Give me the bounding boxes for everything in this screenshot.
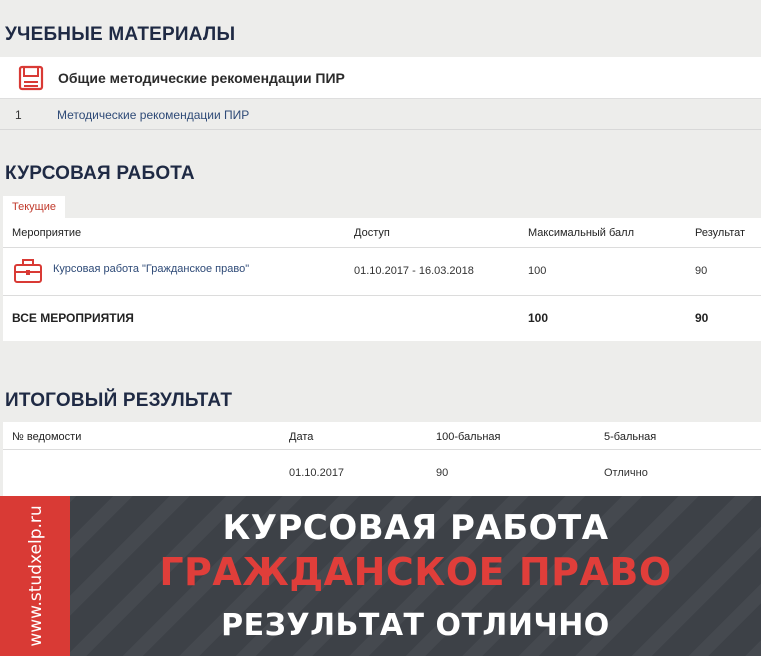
column-header-access: Доступ [354,227,390,239]
banner-side-strip: www.studxelp.ru [0,496,70,656]
column-header-event: Мероприятие [12,227,82,239]
promo-banner: www.studxelp.ru КУРСОВАЯ РАБОТА ГРАЖДАНС… [0,496,761,656]
briefcase-icon [13,258,43,284]
methodology-link[interactable]: Методические рекомендации ПИР [57,108,249,122]
document-icon [18,65,44,91]
list-item: 1 Методические рекомендации ПИР [0,100,761,130]
column-header-5: 5-бальная [604,431,657,443]
column-header-result: Результат [695,227,746,239]
column-header-number: № ведомости [12,431,82,443]
materials-title: УЧЕБНЫЕ МАТЕРИАЛЫ [5,24,236,45]
coursework-access: 01.10.2017 - 16.03.2018 [354,265,474,277]
column-header-100: 100-бальная [436,431,501,443]
coursework-table: Мероприятие Доступ Максимальный балл Рез… [3,218,761,341]
final-date: 01.10.2017 [289,467,345,479]
banner-line-3: РЕЗУЛЬТАТ ОТЛИЧНО [221,608,610,643]
coursework-title: КУРСОВАЯ РАБОТА [5,163,195,184]
coursework-event-link[interactable]: Курсовая работа "Гражданское право" [53,263,249,275]
column-header-date: Дата [289,431,314,443]
coursework-max: 100 [528,265,547,277]
site-url[interactable]: www.studxelp.ru [26,505,46,646]
list-item-number: 1 [15,108,22,122]
tab-current[interactable]: Текущие [3,196,65,218]
materials-card[interactable]: Общие методические рекомендации ПИР [0,57,761,99]
coursework-result: 90 [695,265,708,277]
banner-line-2: ГРАЖДАНСКОЕ ПРАВО [159,550,672,594]
final-result-table: № ведомости Дата 100-бальная 5-бальная 0… [3,422,761,497]
final-result-title: ИТОГОВЫЙ РЕЗУЛЬТАТ [5,390,233,411]
materials-card-label: Общие методические рекомендации ПИР [58,70,345,86]
total-result: 90 [695,311,709,325]
total-label: ВСЕ МЕРОПРИЯТИЯ [12,311,134,325]
column-header-max: Максимальный балл [528,227,634,239]
final-score-100: 90 [436,467,449,479]
total-max: 100 [528,311,549,325]
final-score-5: Отлично [604,467,648,479]
banner-line-1: КУРСОВАЯ РАБОТА [222,508,609,548]
